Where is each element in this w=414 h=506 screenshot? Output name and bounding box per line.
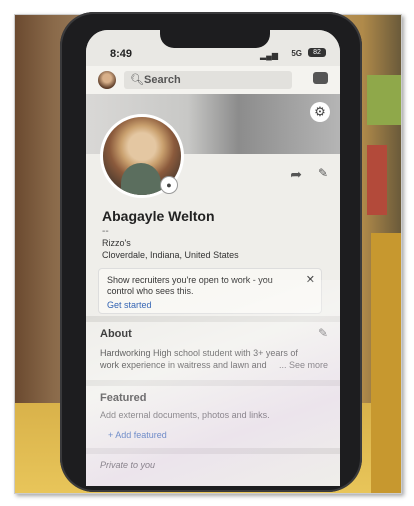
close-icon[interactable]: ✕ xyxy=(306,273,315,286)
signal-icon: ▂▄▆ xyxy=(260,51,278,60)
profile-name: Abagayle Welton xyxy=(102,208,215,224)
get-started-link[interactable]: Get started xyxy=(107,300,152,310)
profile-photo-body xyxy=(121,163,161,195)
private-label: Private to you xyxy=(100,460,156,470)
battery-icon: 82 xyxy=(308,48,326,57)
message-icon[interactable] xyxy=(313,72,328,84)
open-to-work-text-1: Show recruiters you're open to work - yo… xyxy=(107,275,273,285)
phone-screen: 8:49 ▂▄▆ 5G 82 🔍︎ Search ⚙ ● ➦ ✎ Abagayl… xyxy=(86,30,340,486)
search-input[interactable]: 🔍︎ Search xyxy=(124,71,292,89)
about-heading: About xyxy=(100,328,132,340)
section-divider xyxy=(86,448,340,454)
open-to-work-text-2: control who sees this. xyxy=(107,286,194,296)
section-divider xyxy=(86,380,340,386)
profile-location: Cloverdale, Indiana, United States xyxy=(102,250,239,260)
share-icon[interactable]: ➦ xyxy=(290,166,302,183)
about-text-2: work experience in waitress and lawn and xyxy=(100,360,267,370)
about-edit-pencil-icon[interactable]: ✎ xyxy=(318,326,328,340)
phone-notch xyxy=(160,30,270,48)
profile-company: Rizzo's xyxy=(102,238,131,248)
section-divider xyxy=(86,316,340,322)
search-placeholder: Search xyxy=(144,74,181,86)
search-icon: 🔍︎ xyxy=(130,74,144,86)
gear-icon[interactable]: ⚙ xyxy=(310,102,330,122)
about-text-1: Hardworking High school student with 3+ … xyxy=(100,348,298,358)
open-to-work-card: Show recruiters you're open to work - yo… xyxy=(98,268,322,314)
see-more-link[interactable]: ... See more xyxy=(279,360,328,370)
add-featured-button[interactable]: + Add featured xyxy=(108,430,167,440)
avatar[interactable] xyxy=(98,71,116,89)
background-red-patch xyxy=(367,145,387,215)
top-bar: 🔍︎ Search xyxy=(86,66,340,94)
pencil-icon[interactable]: ✎ xyxy=(318,166,328,180)
camera-icon[interactable]: ● xyxy=(160,176,178,194)
featured-description: Add external documents, photos and links… xyxy=(100,410,270,420)
featured-heading: Featured xyxy=(100,392,147,404)
status-bar: 8:49 ▂▄▆ 5G 82 xyxy=(86,30,340,66)
status-time: 8:49 xyxy=(110,48,133,60)
background-green-patch xyxy=(367,75,401,125)
profile-headline: -- xyxy=(102,226,109,237)
network-label: 5G xyxy=(291,49,302,58)
background-ochre xyxy=(371,233,401,493)
